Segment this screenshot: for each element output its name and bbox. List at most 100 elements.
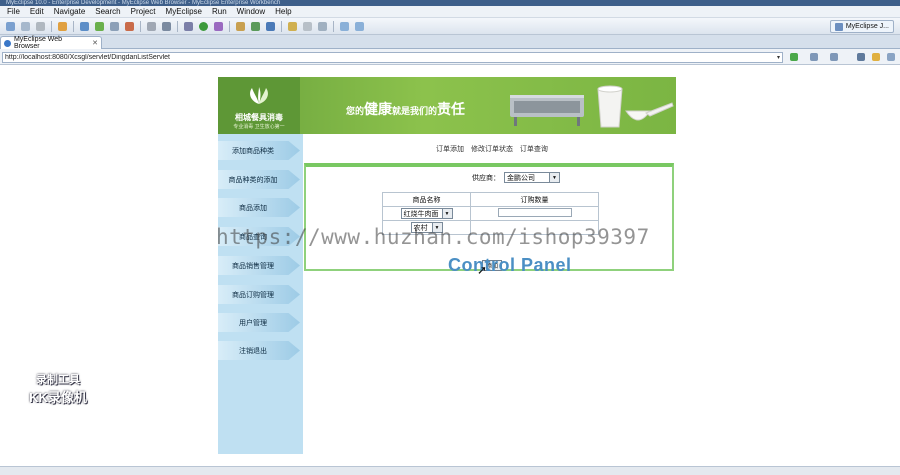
recorder-watermark: 录制工具 KK录像机 <box>16 371 100 406</box>
forward-icon[interactable] <box>355 21 364 31</box>
sidebar-item-category-add[interactable]: 商品种类的添加 <box>218 170 300 189</box>
debug-icon[interactable] <box>184 21 193 31</box>
qty-cell <box>470 206 599 221</box>
sidebar-item-user-management[interactable]: 用户管理 <box>218 313 300 332</box>
perspective-icon <box>834 22 843 31</box>
col-goods-name: 商品名称 <box>382 192 471 207</box>
sidebar-item-logout[interactable]: 注销退出 <box>218 341 300 360</box>
save-icon[interactable] <box>21 21 30 31</box>
go-icon[interactable] <box>790 53 798 61</box>
menu-bar: File Edit Navigate Search Project MyEcli… <box>0 6 900 18</box>
perspective-switcher[interactable]: MyEclipse J... <box>829 20 894 33</box>
address-bar-row: ▾ <box>0 49 900 65</box>
site-logo: 相城餐具消毒 专业消毒 卫生放心第一 <box>218 77 300 134</box>
toolbar-separator <box>177 20 178 32</box>
status-bar <box>0 466 900 475</box>
slogan-pre: 您的 <box>346 107 365 117</box>
goods-value: 红烧牛肉面 <box>403 210 439 218</box>
toolbar-separator <box>51 20 52 32</box>
recorder-line2: KK录像机 <box>29 390 87 405</box>
menu-run[interactable]: Run <box>207 7 232 16</box>
menu-search[interactable]: Search <box>90 7 125 16</box>
recorder-line1: 录制工具 <box>36 374 80 386</box>
supplier-select[interactable]: 金鹏公司 ▼ <box>504 172 560 183</box>
annotation-icon[interactable] <box>318 21 327 31</box>
goods-select[interactable]: 红烧牛肉面 ▼ <box>400 208 453 219</box>
menu-edit[interactable]: Edit <box>25 7 49 16</box>
site-watermark: https://www.huzhan.com/ishop39397 <box>216 225 650 249</box>
leaf-logo-icon <box>250 87 268 104</box>
run-icon[interactable] <box>199 21 208 31</box>
forward-icon[interactable] <box>830 53 838 61</box>
open-type-icon[interactable] <box>288 21 297 31</box>
menu-file[interactable]: File <box>2 7 25 16</box>
sidebar-item-order-management[interactable]: 商品订购管理 <box>218 285 300 304</box>
print-icon[interactable] <box>36 21 45 31</box>
view-source-icon[interactable] <box>887 53 895 61</box>
menu-myeclipse[interactable]: MyEclipse <box>161 7 207 16</box>
server-icon[interactable] <box>80 21 89 31</box>
toolbar-separator <box>73 20 74 32</box>
editor-tab-row: MyEclipse Web Browser ✕ <box>0 35 900 50</box>
sidebar-item-add-goods[interactable]: 商品添加 <box>218 198 300 217</box>
sidebar: 添加商品种类 商品种类的添加 商品添加 商品查询 商品销售管理 商品订购管理 用… <box>218 134 303 454</box>
new-class-icon[interactable] <box>266 21 275 31</box>
table-row: 红烧牛肉面 ▼ <box>382 206 599 221</box>
report-icon[interactable] <box>110 21 119 31</box>
close-icon[interactable]: ✕ <box>92 39 98 47</box>
link-order-add[interactable]: 订单添加 <box>436 146 464 153</box>
sterilizer-machine-image <box>510 95 584 126</box>
link-order-status[interactable]: 修改订单状态 <box>471 146 513 153</box>
supplier-value: 金鹏公司 <box>507 174 535 182</box>
new-java-project-icon[interactable] <box>236 21 245 31</box>
toolbar-separator <box>281 20 282 32</box>
chevron-down-icon: ▼ <box>441 209 452 218</box>
col-order-qty: 订购数量 <box>470 192 599 207</box>
new-package-icon[interactable] <box>251 21 260 31</box>
tab-myeclipse-web-browser[interactable]: MyEclipse Web Browser ✕ <box>0 36 102 50</box>
deploy-icon[interactable] <box>58 21 67 31</box>
toolbar-separator <box>229 20 230 32</box>
supplier-label: 供应商： <box>472 174 500 182</box>
mouse-cursor-icon: ➚ <box>477 263 488 277</box>
new-icon[interactable] <box>6 21 15 31</box>
logo-subtitle: 专业消毒 卫生放心第一 <box>233 124 285 130</box>
control-panel-label: Control Panel <box>448 255 572 275</box>
site-banner: 相城餐具消毒 专业消毒 卫生放心第一 您的健康就是我们的责任 <box>218 77 676 134</box>
web-icon[interactable] <box>95 21 104 31</box>
menu-help[interactable]: Help <box>270 7 296 16</box>
back-icon[interactable] <box>340 21 349 31</box>
chevron-down-icon: ▼ <box>549 173 559 182</box>
slogan-duty: 责任 <box>437 102 466 118</box>
link-order-query[interactable]: 订单查询 <box>520 146 548 153</box>
table-header-row: 商品名称 订购数量 <box>382 192 599 207</box>
quantity-input[interactable] <box>497 208 572 217</box>
slogan-health: 健康 <box>364 102 393 118</box>
build-icon[interactable] <box>147 21 156 31</box>
perspective-label: MyEclipse J... <box>845 23 889 30</box>
open-icon[interactable] <box>162 21 171 31</box>
menu-window[interactable]: Window <box>232 7 270 16</box>
browser-viewport: 相城餐具消毒 专业消毒 卫生放心第一 您的健康就是我们的责任 添加商品种类 商品… <box>0 65 900 475</box>
refresh-icon[interactable] <box>872 53 880 61</box>
menu-navigate[interactable]: Navigate <box>49 7 91 16</box>
back-icon[interactable] <box>810 53 818 61</box>
sidebar-item-sales-management[interactable]: 商品销售管理 <box>218 256 300 275</box>
tableware-image <box>597 85 674 128</box>
browser-globe-icon <box>4 39 11 47</box>
sidebar-item-add-category[interactable]: 添加商品种类 <box>218 141 300 160</box>
toolbar-separator <box>333 20 334 32</box>
external-tools-icon[interactable] <box>214 21 223 31</box>
address-input[interactable] <box>2 52 783 63</box>
logo-name: 相城餐具消毒 <box>235 112 283 122</box>
goods-cell: 红烧牛肉面 ▼ <box>382 206 471 221</box>
banner-slogan: 您的健康就是我们的责任 <box>346 99 465 119</box>
tab-label: MyEclipse Web Browser <box>13 36 63 50</box>
supplier-row: 供应商： 金鹏公司 ▼ <box>472 172 560 183</box>
address-dropdown-icon[interactable]: ▾ <box>777 54 780 61</box>
menu-project[interactable]: Project <box>126 7 161 16</box>
stop-icon[interactable] <box>857 53 865 61</box>
search-icon[interactable] <box>303 21 312 31</box>
slogan-mid: 就是我们的 <box>392 107 438 117</box>
database-icon[interactable] <box>125 21 134 31</box>
